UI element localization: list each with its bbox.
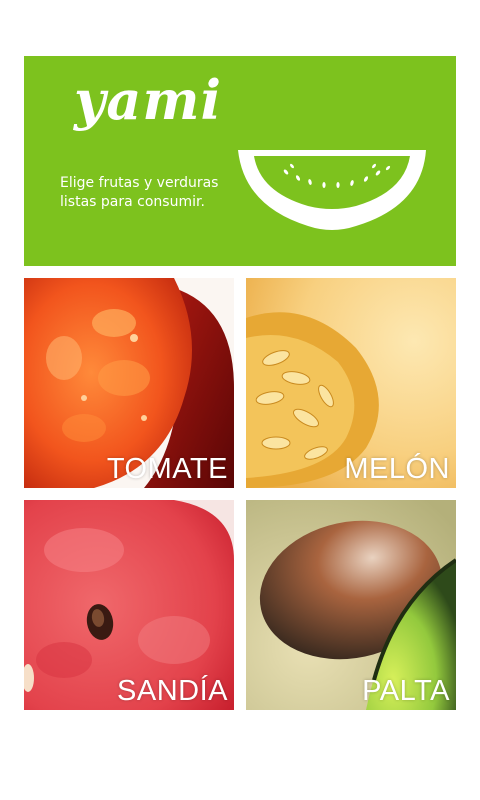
tile-label: TOMATE <box>106 453 228 485</box>
app-screen: yami Elige frutas y verduras listas para… <box>0 0 480 800</box>
melon-slice-icon <box>238 150 426 230</box>
tile-melon[interactable]: MELÓN <box>246 278 456 488</box>
header-banner: yami Elige frutas y verduras listas para… <box>24 56 456 266</box>
tile-label: PALTA <box>362 675 450 707</box>
tile-palta[interactable]: PALTA <box>246 500 456 710</box>
tile-label: SANDÍA <box>117 675 228 707</box>
tile-label: MELÓN <box>344 453 450 485</box>
app-logo: yami <box>74 68 223 132</box>
app-tagline: Elige frutas y verduras listas para cons… <box>60 175 219 210</box>
tile-sandia[interactable]: SANDÍA <box>24 500 234 710</box>
tile-tomate[interactable]: TOMATE <box>24 278 234 488</box>
